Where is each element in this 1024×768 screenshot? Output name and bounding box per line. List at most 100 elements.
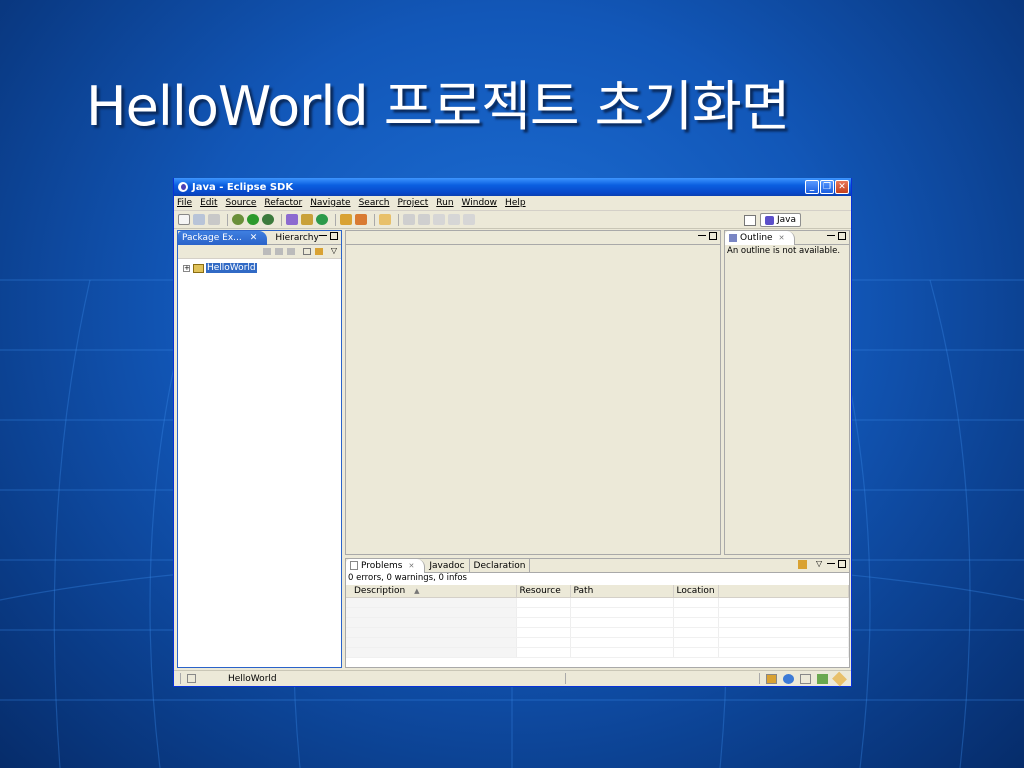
editor-controls xyxy=(695,232,717,243)
open-task-icon[interactable] xyxy=(379,214,391,225)
collapse-all-icon[interactable] xyxy=(303,248,311,255)
minimize-view-icon[interactable] xyxy=(827,563,835,571)
title-bar[interactable]: Java - Eclipse SDK _ ❐ ✕ xyxy=(174,178,851,196)
restore-button[interactable]: ❐ xyxy=(820,180,834,194)
print-icon[interactable] xyxy=(208,214,220,225)
minimize-view-icon[interactable] xyxy=(319,235,327,243)
column-path[interactable]: Path xyxy=(570,585,674,598)
menu-help[interactable]: Help xyxy=(505,198,526,208)
new-java-project-icon[interactable] xyxy=(286,214,298,225)
open-type-icon[interactable] xyxy=(340,214,352,225)
main-toolbar: Java xyxy=(174,211,851,229)
debug-icon[interactable] xyxy=(232,214,244,225)
forward-icon[interactable] xyxy=(463,214,475,225)
tab-javadoc[interactable]: Javadoc xyxy=(425,559,468,573)
java-perspective-button[interactable]: Java xyxy=(759,213,801,227)
view-toolbar: ▽ xyxy=(178,245,341,259)
next-annotation-icon[interactable] xyxy=(403,214,415,225)
maximize-view-icon[interactable] xyxy=(330,232,338,240)
perspective-switcher: Java xyxy=(743,213,801,227)
new-package-icon[interactable] xyxy=(301,214,313,225)
maximize-view-icon[interactable] xyxy=(709,232,717,240)
error-log-icon[interactable] xyxy=(817,673,828,684)
link-editor-icon[interactable] xyxy=(315,248,323,255)
console-icon[interactable] xyxy=(783,673,794,684)
menu-navigate[interactable]: Navigate xyxy=(310,198,350,208)
menu-project[interactable]: Project xyxy=(397,198,428,208)
run-icon[interactable] xyxy=(247,214,259,225)
java-perspective-icon xyxy=(764,215,774,225)
tab-package-explorer[interactable]: Package Ex... ✕ xyxy=(178,230,268,245)
close-button[interactable]: ✕ xyxy=(835,180,849,194)
previous-annotation-icon[interactable] xyxy=(418,214,430,225)
close-icon[interactable]: ✕ xyxy=(250,233,258,243)
menu-window[interactable]: Window xyxy=(462,198,498,208)
save-icon[interactable] xyxy=(193,214,205,225)
new-class-icon[interactable] xyxy=(316,214,328,225)
maximize-view-icon[interactable] xyxy=(838,232,846,240)
editor-area xyxy=(345,230,721,555)
close-icon[interactable]: ✕ xyxy=(779,234,785,242)
filter-icon[interactable] xyxy=(798,560,807,569)
package-explorer-tabbar: Package Ex... ✕ Hierarchy xyxy=(178,230,341,245)
properties-icon[interactable] xyxy=(832,671,847,686)
fast-view-icon[interactable] xyxy=(187,674,196,683)
column-location[interactable]: Location xyxy=(673,585,719,598)
table-row xyxy=(346,627,850,638)
menu-edit[interactable]: Edit xyxy=(200,198,217,208)
menu-search[interactable]: Search xyxy=(359,198,390,208)
menu-refactor[interactable]: Refactor xyxy=(264,198,302,208)
last-edit-location-icon[interactable] xyxy=(433,214,445,225)
outline-view: Outline ✕ An outline is not available. xyxy=(724,230,850,555)
external-tools-icon[interactable] xyxy=(262,214,274,225)
ant-icon[interactable] xyxy=(800,673,811,684)
forward-icon[interactable] xyxy=(275,248,283,255)
menu-source[interactable]: Source xyxy=(226,198,257,208)
minimize-view-icon[interactable] xyxy=(698,235,706,243)
toolbar-separator xyxy=(398,213,399,226)
tab-package-explorer-label: Package Ex... xyxy=(182,232,242,243)
column-resource[interactable]: Resource xyxy=(516,585,571,598)
problems-view: Problems ✕ Javadoc Declaration ▽ 0 error… xyxy=(345,558,850,668)
tab-declaration[interactable]: Declaration xyxy=(468,558,531,573)
search-icon[interactable] xyxy=(355,214,367,225)
new-icon[interactable] xyxy=(178,214,190,225)
toolbar-separator xyxy=(227,213,228,226)
problems-icon xyxy=(350,561,358,570)
table-header: Description ▲ Resource Path Location xyxy=(346,585,850,598)
tab-outline-label: Outline xyxy=(740,232,773,243)
outline-tabbar: Outline ✕ xyxy=(725,230,849,245)
up-icon[interactable] xyxy=(287,248,295,255)
maximize-view-icon[interactable] xyxy=(838,560,846,568)
view-menu-icon[interactable]: ▽ xyxy=(331,246,337,255)
table-row xyxy=(346,617,850,628)
menu-file[interactable]: File xyxy=(177,198,192,208)
expand-icon[interactable]: + xyxy=(183,264,190,272)
open-perspective-icon[interactable] xyxy=(743,214,756,226)
problems-tabbar: Problems ✕ Javadoc Declaration ▽ xyxy=(346,558,849,573)
toolbar-separator xyxy=(374,213,375,226)
minimize-view-icon[interactable] xyxy=(827,235,835,243)
menu-bar: File Edit Source Refactor Navigate Searc… xyxy=(174,196,851,211)
back-icon[interactable] xyxy=(263,248,271,255)
minimize-button[interactable]: _ xyxy=(805,180,819,194)
column-description-label: Description xyxy=(354,585,406,596)
table-row xyxy=(346,647,850,658)
table-row xyxy=(346,597,850,608)
view-controls xyxy=(316,232,338,243)
view-menu-icon[interactable]: ▽ xyxy=(816,560,824,568)
tab-problems[interactable]: Problems ✕ xyxy=(346,558,426,573)
menu-run[interactable]: Run xyxy=(436,198,453,208)
task-list-icon[interactable] xyxy=(766,673,777,684)
sort-ascending-icon: ▲ xyxy=(414,586,420,595)
status-separator xyxy=(564,673,566,684)
project-label: HelloWorld xyxy=(206,263,257,273)
tab-outline[interactable]: Outline ✕ xyxy=(725,230,796,245)
close-icon[interactable]: ✕ xyxy=(408,562,414,570)
tree-item-helloworld[interactable]: + HelloWorld xyxy=(183,263,257,273)
package-explorer-view: Package Ex... ✕ Hierarchy ▽ + HelloWorld xyxy=(177,230,342,668)
back-icon[interactable] xyxy=(448,214,460,225)
view-controls: ▽ xyxy=(795,560,846,571)
status-separator xyxy=(759,673,760,684)
column-description[interactable]: Description ▲ xyxy=(346,585,517,598)
